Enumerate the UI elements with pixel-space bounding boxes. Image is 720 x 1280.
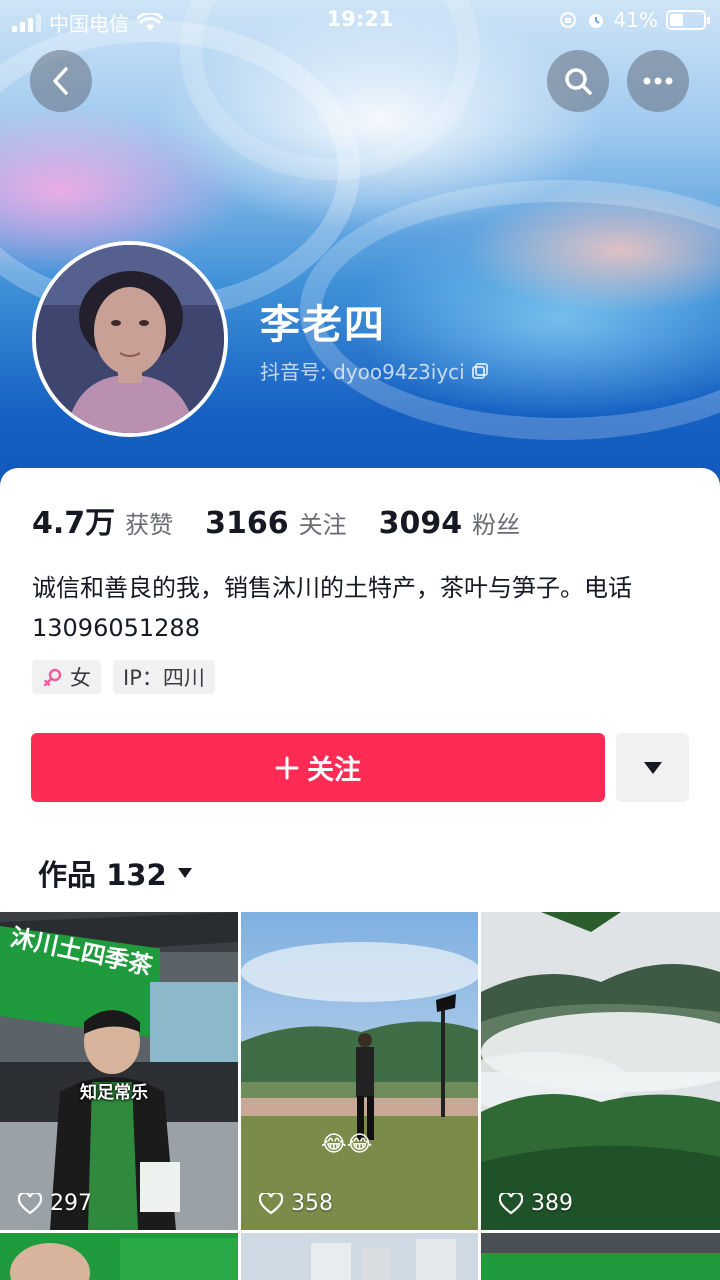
stat-value: 4.7万 bbox=[32, 506, 116, 541]
caret-down-icon bbox=[177, 868, 192, 878]
gender-label: 女 bbox=[70, 666, 91, 690]
stat-label: 获赞 bbox=[125, 511, 174, 539]
ip-tag: IP：四川 bbox=[113, 660, 215, 694]
plus-icon bbox=[275, 756, 299, 779]
female-icon bbox=[43, 668, 62, 687]
like-count-value: 389 bbox=[531, 1191, 573, 1216]
more-dots-icon bbox=[643, 77, 673, 85]
bio-text: 诚信和善良的我，销售沐川的土特产，茶叶与笋子。电话13096051288 bbox=[32, 574, 632, 642]
heart-outline-icon bbox=[18, 1192, 42, 1214]
like-count-value: 358 bbox=[291, 1191, 333, 1216]
like-count: 358 bbox=[259, 1191, 333, 1216]
battery-icon bbox=[666, 10, 710, 30]
video-thumbnail[interactable]: 389 bbox=[481, 912, 720, 1230]
stat-value: 3094 bbox=[378, 506, 463, 541]
stat-following[interactable]: 3166 关注 bbox=[205, 505, 347, 541]
like-count: 297 bbox=[18, 1191, 92, 1216]
gender-tag: 女 bbox=[32, 660, 101, 694]
profile-tags: 女 IP：四川 bbox=[32, 660, 215, 694]
ip-label: IP：四川 bbox=[123, 666, 205, 690]
status-bar: 中国电信 19:21 41% bbox=[0, 0, 720, 40]
username: 李老四 bbox=[260, 302, 386, 348]
alarm-icon bbox=[588, 14, 603, 28]
thumbnail-image bbox=[481, 1233, 720, 1280]
caret-down-icon bbox=[643, 761, 662, 774]
video-thumbnail[interactable]: 沐川土四季茶 知足常乐 297 bbox=[0, 912, 238, 1230]
video-thumbnail[interactable] bbox=[241, 1233, 478, 1280]
video-thumbnail[interactable] bbox=[0, 1233, 238, 1280]
chevron-left-icon bbox=[53, 67, 68, 95]
avatar[interactable] bbox=[32, 241, 228, 437]
works-count-label: 作品 132 bbox=[38, 858, 167, 892]
works-tab[interactable]: 作品 132 bbox=[38, 852, 193, 894]
heart-outline-icon bbox=[499, 1192, 523, 1214]
stat-likes[interactable]: 4.7万 获赞 bbox=[32, 498, 173, 542]
follow-label: 关注 bbox=[307, 755, 361, 786]
thumbnail-image bbox=[481, 912, 720, 1230]
heart-outline-icon bbox=[259, 1192, 283, 1214]
douyin-id-text: 抖音号: dyoo94z3iyci bbox=[260, 360, 465, 384]
video-thumbnail[interactable]: 😂😂 358 bbox=[241, 912, 478, 1230]
stat-label: 粉丝 bbox=[472, 511, 521, 539]
like-count-value: 297 bbox=[50, 1191, 92, 1216]
back-button[interactable] bbox=[30, 50, 92, 112]
profile-page: 中国电信 19:21 41% 李老四 抖音号: dyoo94z3iyci 4.7… bbox=[0, 0, 720, 1280]
recommend-dropdown-button[interactable] bbox=[616, 733, 689, 802]
video-overlay-text: 知足常乐 bbox=[80, 1083, 148, 1103]
douyin-id: 抖音号: dyoo94z3iyci bbox=[260, 356, 489, 385]
stat-label: 关注 bbox=[298, 511, 347, 539]
stat-value: 3166 bbox=[205, 506, 289, 541]
thumbnail-image bbox=[241, 1233, 478, 1280]
orientation-lock-icon bbox=[559, 12, 576, 28]
video-thumbnail[interactable] bbox=[481, 1233, 720, 1280]
emoji-overlay: 😂😂 bbox=[321, 1132, 373, 1157]
search-button[interactable] bbox=[547, 50, 609, 112]
follow-button[interactable]: 关注 bbox=[31, 733, 605, 802]
thumbnail-image bbox=[241, 912, 478, 1230]
avatar-image bbox=[36, 245, 224, 433]
stat-followers[interactable]: 3094 粉丝 bbox=[379, 505, 521, 541]
battery-percent: 41% bbox=[613, 8, 658, 32]
like-count: 389 bbox=[499, 1191, 573, 1216]
more-button[interactable] bbox=[627, 50, 689, 112]
copy-icon[interactable] bbox=[471, 362, 489, 380]
thumbnail-image bbox=[0, 1233, 238, 1280]
search-icon bbox=[565, 68, 592, 95]
stats-row: 4.7万 获赞 3166 关注 3094 粉丝 bbox=[32, 498, 552, 542]
